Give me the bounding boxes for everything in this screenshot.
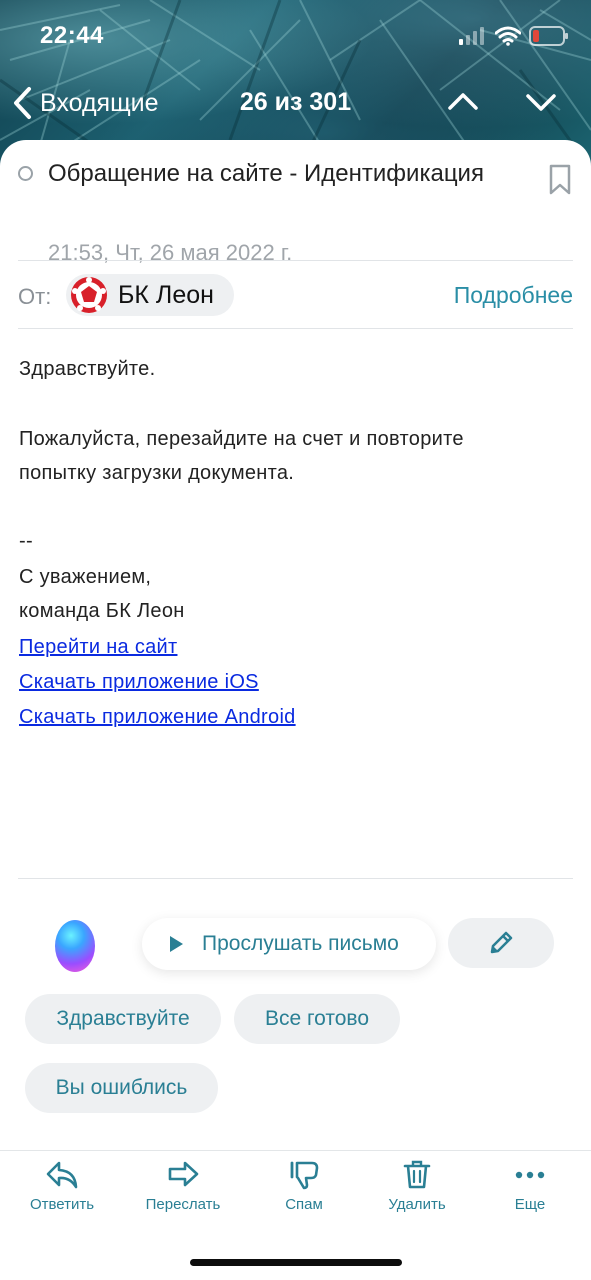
- body-separator: --: [19, 530, 33, 552]
- toolbar-divider: [0, 1150, 591, 1151]
- battery-icon: [529, 26, 568, 46]
- details-link[interactable]: Подробнее: [454, 282, 573, 309]
- quick-reply-chip[interactable]: Вы ошиблись: [25, 1063, 218, 1113]
- forward-label: Переслать: [145, 1196, 221, 1213]
- reply-label: Ответить: [29, 1196, 95, 1213]
- quick-reply-chip[interactable]: Все готово: [234, 994, 400, 1044]
- more-icon: [515, 1171, 545, 1179]
- forward-button[interactable]: Переслать: [128, 1160, 238, 1213]
- status-time: 22:44: [40, 22, 104, 49]
- body-divider: [18, 878, 573, 879]
- listen-label: Прослушать письмо: [202, 932, 399, 955]
- body-greeting: Здравствуйте.: [19, 358, 156, 380]
- spam-label: Спам: [285, 1196, 323, 1213]
- wifi-icon: [495, 26, 521, 46]
- spam-icon: [290, 1161, 319, 1190]
- chevron-down-icon[interactable]: [524, 90, 558, 114]
- signal-icon: [459, 27, 484, 45]
- delete-label: Удалить: [388, 1196, 446, 1213]
- sender-name: БК Леон: [118, 280, 214, 309]
- reply-button[interactable]: Ответить: [7, 1160, 117, 1213]
- body-signature: С уважением,: [19, 566, 152, 588]
- delete-button[interactable]: Удалить: [362, 1160, 472, 1213]
- body-line: попытку загрузки документа.: [19, 462, 295, 484]
- body-signature: команда БК Леон: [19, 600, 185, 622]
- chevron-up-icon[interactable]: [446, 90, 480, 114]
- nav-bar: Входящие 26 из 301: [0, 78, 591, 132]
- bookmark-icon[interactable]: [548, 164, 572, 196]
- sender-chip[interactable]: БК Леон: [66, 274, 234, 316]
- email-card: Обращение на сайте - Идентификация 21:53…: [0, 140, 591, 1280]
- more-label: Еще: [514, 1196, 546, 1213]
- listen-email-button[interactable]: Прослушать письмо: [142, 918, 436, 970]
- trash-icon: [403, 1160, 431, 1189]
- email-date: 21:53, Чт, 26 мая 2022 г.: [48, 240, 293, 265]
- link-website[interactable]: Перейти на сайт: [19, 636, 177, 659]
- assistant-orb-icon[interactable]: [55, 920, 95, 972]
- email-subject: Обращение на сайте - Идентификация: [48, 160, 484, 187]
- home-indicator: [190, 1259, 402, 1266]
- status-icons: [459, 26, 569, 46]
- play-icon: [170, 936, 183, 952]
- spam-button[interactable]: Спам: [249, 1160, 359, 1213]
- status-bar: 22:44: [0, 0, 591, 70]
- link-ios-app[interactable]: Скачать приложение iOS: [19, 671, 259, 694]
- from-row: От: БК Леон Подробнее: [18, 274, 573, 318]
- pencil-icon: [490, 931, 513, 954]
- forward-icon: [168, 1161, 199, 1187]
- from-label: От:: [18, 284, 52, 309]
- header-divider: [18, 260, 573, 261]
- link-android-app[interactable]: Скачать приложение Android: [19, 706, 296, 729]
- edit-reply-button[interactable]: [448, 918, 554, 968]
- quick-reply-chip[interactable]: Здравствуйте: [25, 994, 221, 1044]
- more-button[interactable]: Еще: [475, 1160, 585, 1213]
- body-line: Пожалуйста, перезайдите на счет и повтор…: [19, 428, 464, 450]
- unread-indicator[interactable]: [18, 166, 33, 181]
- from-divider: [18, 328, 573, 329]
- message-counter: 26 из 301: [239, 88, 352, 116]
- sender-avatar-icon: [71, 277, 107, 313]
- reply-icon: [46, 1161, 78, 1189]
